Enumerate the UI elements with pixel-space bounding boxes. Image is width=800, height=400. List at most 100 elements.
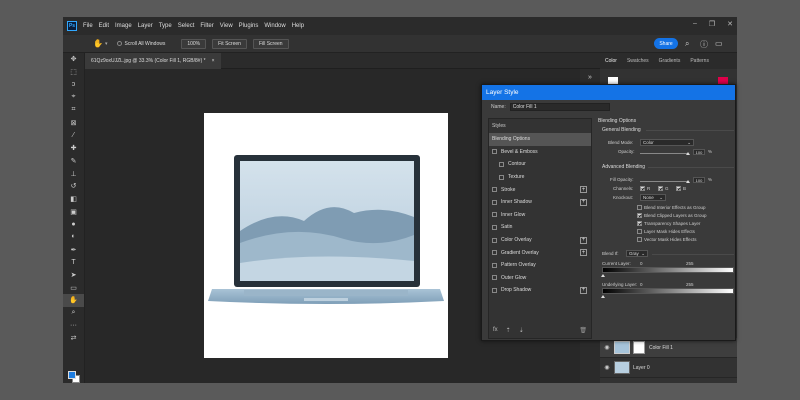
style-item-color-overlay[interactable]: Color Overlay + bbox=[489, 234, 591, 247]
style-item-texture[interactable]: Texture bbox=[489, 171, 591, 184]
swap-colors-icon[interactable]: ⇄ bbox=[63, 332, 84, 345]
style-checkbox[interactable] bbox=[492, 187, 497, 193]
photoshop-logo-icon[interactable]: Ps bbox=[67, 21, 77, 31]
style-checkbox[interactable] bbox=[492, 237, 497, 243]
fit-screen-button[interactable]: Fit Screen bbox=[212, 38, 247, 49]
close-window-icon[interactable]: ✕ bbox=[727, 20, 733, 28]
channel-g-checkbox[interactable] bbox=[658, 186, 663, 191]
add-style-icon[interactable]: + bbox=[580, 286, 587, 294]
name-input[interactable]: Color Fill 1 bbox=[509, 103, 610, 111]
current-layer-black-handle[interactable] bbox=[601, 274, 605, 277]
tab-swatches[interactable]: Swatches bbox=[622, 58, 654, 64]
minimize-icon[interactable]: – bbox=[693, 20, 697, 28]
style-checkbox[interactable] bbox=[492, 275, 497, 281]
menu-layer[interactable]: Layer bbox=[138, 23, 153, 29]
stamp-tool-icon[interactable]: ⊥ bbox=[63, 167, 84, 180]
help-icon[interactable]: ⓘ bbox=[700, 39, 708, 50]
layer-row[interactable]: ◉ Layer 0 bbox=[600, 358, 737, 378]
zoom-tool-icon[interactable]: ⌕ bbox=[63, 307, 84, 320]
style-item-bevel-emboss[interactable]: Bevel & Emboss bbox=[489, 146, 591, 159]
style-checkbox[interactable] bbox=[492, 212, 497, 218]
menu-window[interactable]: Window bbox=[264, 23, 285, 29]
document-canvas[interactable] bbox=[204, 113, 448, 358]
tab-gradients[interactable]: Gradients bbox=[654, 58, 686, 64]
opacity-slider[interactable] bbox=[640, 153, 688, 154]
object-select-tool-icon[interactable]: ⌖ bbox=[63, 91, 84, 104]
underlying-layer-gradient[interactable] bbox=[602, 288, 734, 294]
opacity-slider-handle[interactable] bbox=[686, 152, 690, 155]
gradient-tool-icon[interactable]: ▣ bbox=[63, 205, 84, 218]
opacity-input[interactable]: 100 bbox=[693, 149, 705, 155]
transparency-shapes-checkbox[interactable] bbox=[637, 221, 642, 226]
styles-header[interactable]: Styles bbox=[489, 119, 591, 133]
frame-tool-icon[interactable]: ⊠ bbox=[63, 116, 84, 129]
hand-tool-icon-toolbar[interactable]: ✋ bbox=[63, 294, 84, 307]
add-style-icon[interactable]: + bbox=[580, 186, 587, 194]
healing-tool-icon[interactable]: ✚ bbox=[63, 142, 84, 155]
layer-mask-hides-checkbox[interactable] bbox=[637, 229, 642, 234]
blend-clipped-checkbox[interactable] bbox=[637, 213, 642, 218]
knockout-select[interactable]: None ⌄ bbox=[640, 194, 666, 201]
tab-color[interactable]: Color bbox=[600, 58, 622, 64]
style-item-stroke[interactable]: Stroke + bbox=[489, 183, 591, 196]
rectangle-tool-icon[interactable]: ▭ bbox=[63, 281, 84, 294]
foreground-color[interactable] bbox=[68, 371, 76, 379]
pen-tool-icon[interactable]: ✒ bbox=[63, 243, 84, 256]
marquee-tool-icon[interactable]: ⬚ bbox=[63, 66, 84, 79]
menu-filter[interactable]: Filter bbox=[200, 23, 213, 29]
current-layer-gradient[interactable] bbox=[602, 267, 734, 273]
crop-tool-icon[interactable]: ⌗ bbox=[63, 104, 84, 117]
search-icon[interactable]: ⌕ bbox=[685, 39, 689, 49]
lasso-tool-icon[interactable]: ↄ bbox=[63, 78, 84, 91]
type-tool-icon[interactable]: T bbox=[63, 256, 84, 269]
eye-icon[interactable]: ◉ bbox=[600, 344, 614, 351]
blend-if-select[interactable]: Gray ⌄ bbox=[626, 250, 648, 257]
workspace-icon[interactable]: ▭ bbox=[715, 39, 723, 48]
add-style-icon[interactable]: + bbox=[580, 198, 587, 206]
brush-tool-icon[interactable]: ✎ bbox=[63, 155, 84, 168]
fill-opacity-slider-handle[interactable] bbox=[686, 180, 690, 183]
style-item-satin[interactable]: Satin bbox=[489, 221, 591, 234]
chevron-down-icon[interactable]: ▾ bbox=[105, 41, 108, 47]
style-item-pattern-overlay[interactable]: Pattern Overlay bbox=[489, 259, 591, 272]
menu-view[interactable]: View bbox=[220, 23, 233, 29]
trash-icon[interactable]: 🗑 bbox=[579, 327, 587, 334]
style-checkbox[interactable] bbox=[492, 287, 497, 293]
eye-icon[interactable]: ◉ bbox=[600, 364, 614, 371]
add-style-icon[interactable]: + bbox=[580, 249, 587, 257]
style-checkbox[interactable] bbox=[499, 161, 504, 167]
hand-tool-icon[interactable]: ✋ bbox=[93, 39, 103, 48]
more-tools-icon[interactable]: ··· bbox=[63, 319, 84, 332]
style-checkbox[interactable] bbox=[492, 262, 497, 268]
style-item-outer-glow[interactable]: Outer Glow bbox=[489, 272, 591, 285]
style-item-blending-options[interactable]: Blending Options bbox=[489, 133, 591, 146]
style-checkbox[interactable] bbox=[492, 250, 497, 256]
menu-image[interactable]: Image bbox=[115, 23, 132, 29]
dodge-tool-icon[interactable]: ◐ bbox=[63, 231, 84, 244]
eraser-tool-icon[interactable]: ◧ bbox=[63, 193, 84, 206]
scroll-all-checkbox[interactable] bbox=[117, 41, 123, 46]
add-style-icon[interactable]: + bbox=[580, 236, 587, 244]
style-item-inner-shadow[interactable]: Inner Shadow + bbox=[489, 196, 591, 209]
menu-file[interactable]: File bbox=[83, 23, 93, 29]
menu-help[interactable]: Help bbox=[292, 23, 304, 29]
blur-tool-icon[interactable]: ● bbox=[63, 218, 84, 231]
eyedropper-tool-icon[interactable]: ⁄ bbox=[63, 129, 84, 142]
style-checkbox[interactable] bbox=[492, 149, 497, 155]
collapse-panels-icon[interactable]: » bbox=[580, 69, 600, 85]
move-down-icon[interactable]: ⇣ bbox=[519, 327, 524, 334]
underlying-layer-black-handle[interactable] bbox=[601, 295, 605, 298]
menu-plugins[interactable]: Plugins bbox=[239, 23, 259, 29]
layer-row[interactable]: ◉ Color Fill 1 bbox=[600, 338, 737, 358]
document-tab[interactable]: 61Qz9oxUJZL.jpg @ 33.3% (Color Fill 1, R… bbox=[85, 53, 221, 69]
channel-b-checkbox[interactable] bbox=[676, 186, 681, 191]
move-up-icon[interactable]: ⇡ bbox=[506, 327, 511, 334]
style-item-contour[interactable]: Contour bbox=[489, 158, 591, 171]
share-button[interactable]: Share bbox=[654, 38, 678, 49]
tab-patterns[interactable]: Patterns bbox=[685, 58, 714, 64]
layer-mask-thumbnail[interactable] bbox=[633, 341, 645, 354]
style-checkbox[interactable] bbox=[499, 174, 504, 180]
zoom-100-button[interactable]: 100% bbox=[181, 38, 207, 49]
menu-select[interactable]: Select bbox=[178, 23, 195, 29]
path-select-tool-icon[interactable]: ➤ bbox=[63, 269, 84, 282]
